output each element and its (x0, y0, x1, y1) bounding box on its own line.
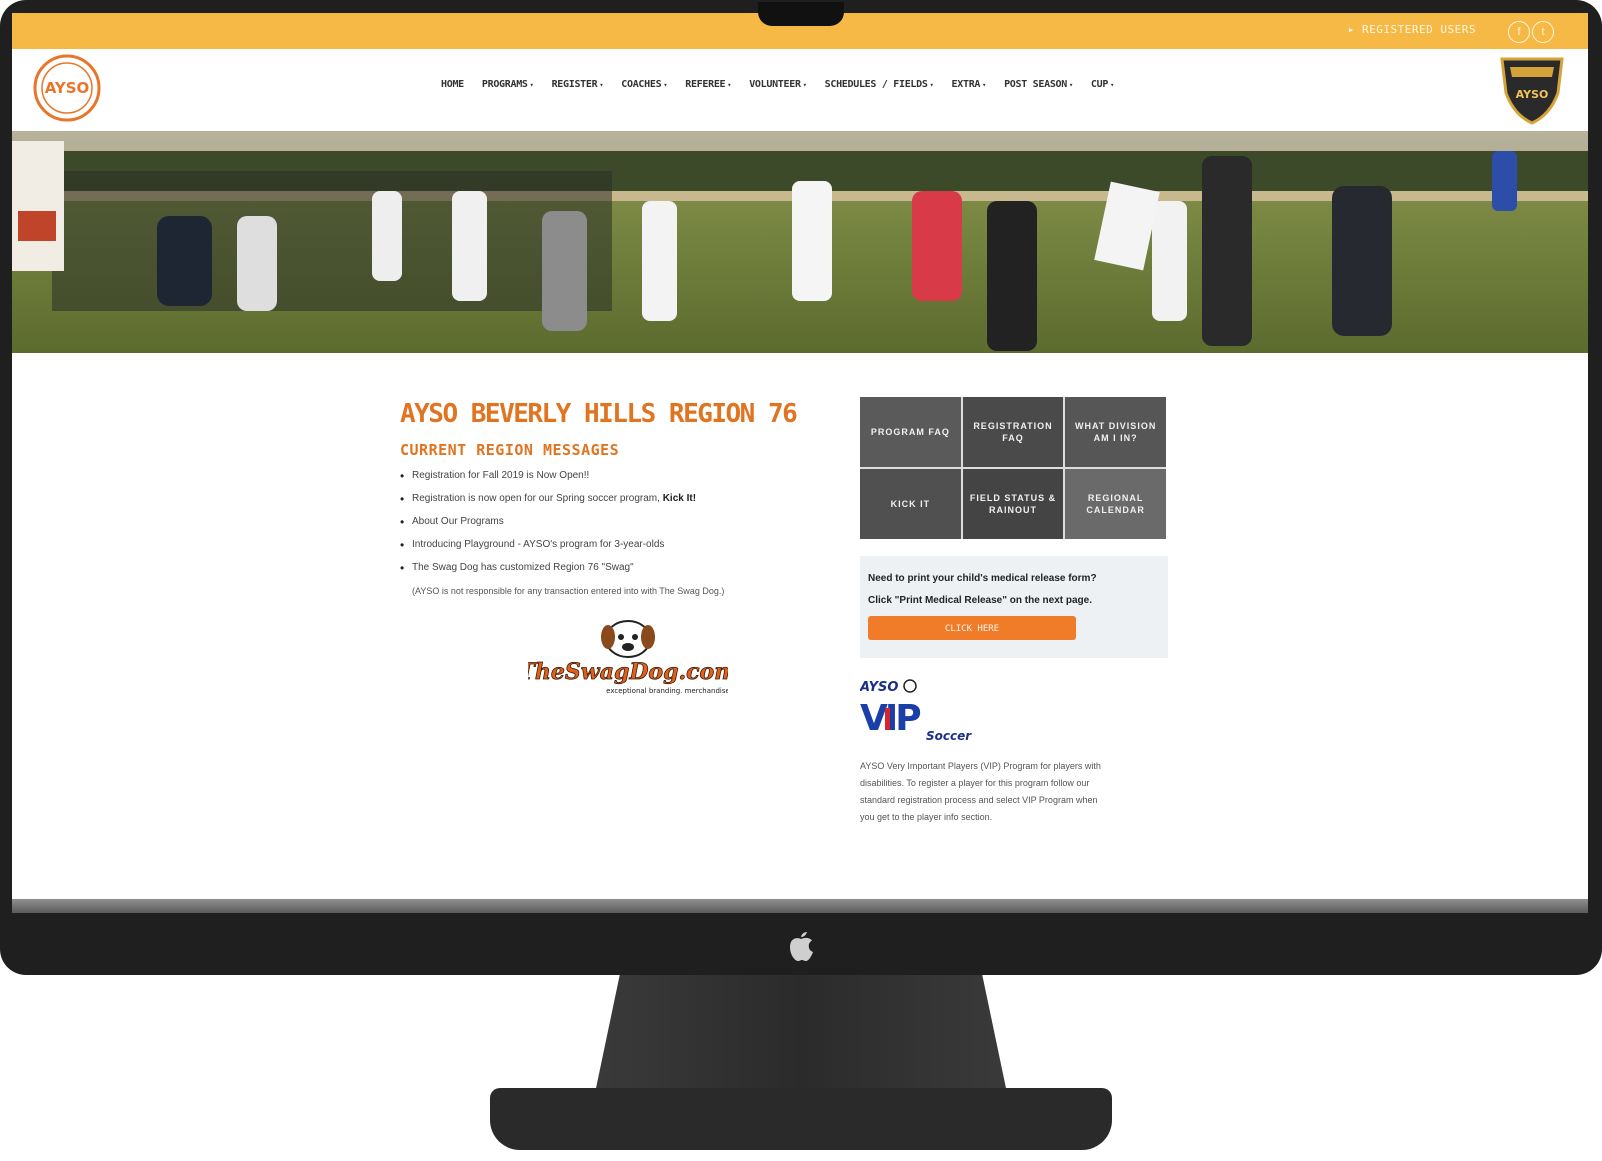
tile-kick-it[interactable]: KICK IT (860, 469, 961, 539)
site-header: AYSO HOME PROGRAMS ▾ REGISTER ▾ COACHES ▾ REFER… (12, 49, 1588, 131)
swag-disclaimer: (AYSO is not responsible for any transac… (412, 586, 725, 596)
swag-logo-tagline: exceptional branding. merchandise (606, 687, 728, 695)
nav-label: HOME (441, 79, 464, 90)
vip-logo-top: AYSO (860, 680, 898, 695)
vip-description: AYSO Very Important Players (VIP) Progra… (860, 758, 1170, 826)
nav-label: VOLUNTEER (749, 79, 801, 90)
nav-item-register[interactable]: REGISTER ▾ (543, 79, 613, 90)
screen-bottom-strip (12, 899, 1588, 913)
nav-item-schedules-fields[interactable]: SCHEDULES / FIELDS ▾ (816, 79, 943, 90)
nav-label: REFEREE (685, 79, 726, 90)
vip-line: AYSO Very Important Players (VIP) Progra… (860, 761, 1101, 771)
chevron-down-icon: ▾ (727, 81, 732, 89)
medical-release-box: Need to print your child's medical relea… (860, 556, 1168, 658)
chevron-down-icon: ▾ (529, 81, 534, 89)
medical-line-1: Need to print your child's medical relea… (868, 573, 1097, 584)
nav-item-cup[interactable]: CUP ▾ (1082, 79, 1123, 90)
camera-notch (758, 2, 844, 26)
tile-registration-faq[interactable]: REGISTRATION FAQ (962, 397, 1064, 467)
nav-item-post-season[interactable]: POST SEASON ▾ (995, 79, 1082, 90)
nav-label: REGISTER (551, 79, 598, 90)
nav-label: PROGRAMS (481, 79, 528, 90)
registered-users-link[interactable]: ▸ REGISTERED USERS (1348, 23, 1476, 36)
nav-item-home[interactable]: HOME (432, 79, 473, 90)
chevron-down-icon: ▾ (929, 81, 934, 89)
twitter-icon[interactable]: t (1532, 21, 1554, 43)
chevron-down-icon: ▾ (802, 81, 807, 89)
nav-item-volunteer[interactable]: VOLUNTEER ▾ (740, 79, 815, 90)
browser-screen: ▸ REGISTERED USERS f t AYSO HOME PROGRAMS… (12, 13, 1588, 899)
tile-regional-calendar[interactable]: REGIONAL CALENDAR (1065, 469, 1166, 539)
chevron-down-icon: ▾ (599, 81, 604, 89)
logo-text: AYSO (45, 79, 90, 97)
main-nav: HOME PROGRAMS ▾ REGISTER ▾ COACHES ▾ REFEREE ▾ VO… (432, 79, 1123, 90)
ayso-vip-logo[interactable]: AYSO VIP Soccer (860, 678, 972, 744)
tile-what-division-am-i-in[interactable]: WHAT DIVISION AM I IN? (1065, 397, 1166, 467)
nav-label: COACHES (621, 79, 662, 90)
swag-logo-name: TheSwagDog.com (528, 659, 728, 685)
message-item[interactable]: Introducing Playground - AYSO's program … (398, 538, 838, 561)
hero-photo (12, 131, 1588, 353)
messages-heading: CURRENT REGION MESSAGES (400, 441, 620, 459)
nav-item-coaches[interactable]: COACHES ▾ (612, 79, 676, 90)
message-item[interactable]: About Our Programs (398, 515, 838, 538)
message-item[interactable]: Registration is now open for our Spring … (398, 492, 838, 515)
nav-label: SCHEDULES / FIELDS (824, 79, 928, 90)
region-crest-logo[interactable]: AYSO (1498, 53, 1566, 125)
apple-logo-icon (790, 932, 813, 961)
monitor-stand-base (490, 1088, 1112, 1150)
chevron-down-icon: ▾ (1110, 81, 1115, 89)
click-here-button[interactable]: CLICK HERE (868, 616, 1076, 640)
nav-label: EXTRA (951, 79, 981, 90)
vip-line: you get to the player info section. (860, 812, 993, 822)
nav-item-programs[interactable]: PROGRAMS ▾ (473, 79, 543, 90)
nav-item-extra[interactable]: EXTRA ▾ (943, 79, 996, 90)
page-title: AYSO BEVERLY HILLS REGION 76 (400, 399, 798, 429)
tile-program-faq[interactable]: PROGRAM FAQ (860, 397, 961, 467)
vip-logo-main: VIP (860, 698, 920, 739)
crest-text: AYSO (1516, 88, 1549, 101)
medical-release-text: Need to print your child's medical relea… (868, 568, 1097, 612)
tile-field-status-rainout[interactable]: FIELD STATUS & RAINOUT (962, 469, 1064, 539)
chevron-down-icon: ▾ (663, 81, 668, 89)
chevron-down-icon: ▾ (1069, 81, 1073, 89)
vip-logo-sub: Soccer (926, 729, 972, 743)
vip-line: standard registration process and select… (860, 795, 1098, 805)
message-item[interactable]: The Swag Dog has customized Region 76 "S… (398, 561, 838, 584)
vip-line: disabilities. To register a player for t… (860, 778, 1090, 788)
message-item[interactable]: Registration for Fall 2019 is Now Open!! (398, 469, 838, 492)
chevron-down-icon: ▾ (982, 81, 987, 89)
nav-label: CUP (1090, 79, 1109, 90)
nav-item-referee[interactable]: REFEREE ▾ (676, 79, 740, 90)
monitor-stand-neck (595, 975, 1007, 1093)
facebook-icon[interactable]: f (1508, 21, 1530, 43)
nav-label: POST SEASON (1004, 79, 1067, 90)
medical-line-2: Click "Print Medical Release" on the nex… (868, 595, 1092, 606)
ayso-logo[interactable]: AYSO (32, 53, 102, 123)
quick-links-grid: PROGRAM FAQ REGISTRATION FAQ WHAT DIVISION… (860, 397, 1166, 539)
messages-list: Registration for Fall 2019 is Now Open!!… (398, 469, 838, 584)
swag-dog-logo[interactable]: TheSwagDog.com exceptional branding. mer… (528, 617, 728, 697)
